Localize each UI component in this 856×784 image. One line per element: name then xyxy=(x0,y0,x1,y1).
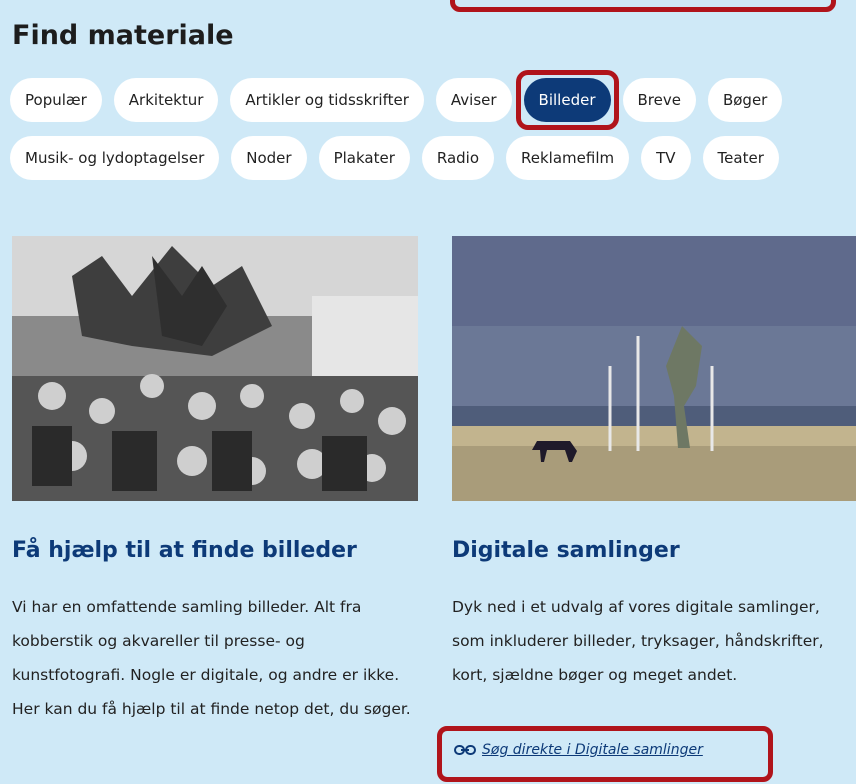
chip-boeger[interactable]: Bøger xyxy=(707,78,783,122)
chip-artikler[interactable]: Artikler og tidsskrifter xyxy=(230,78,424,122)
category-row-1: Populær Arkitektur Artikler og tidsskrif… xyxy=(10,70,856,130)
chip-reklamefilm[interactable]: Reklamefilm xyxy=(506,136,630,180)
card-image-landscape-photo[interactable] xyxy=(452,236,856,501)
chip-billeder[interactable]: Billeder xyxy=(523,78,611,122)
chip-tv[interactable]: TV xyxy=(641,136,691,180)
card-2-title[interactable]: Digitale samlinger xyxy=(452,538,680,563)
link-label: Søg direkte i Digitale samlinger xyxy=(482,742,703,758)
chip-aviser[interactable]: Aviser xyxy=(435,78,512,122)
chip-plakater[interactable]: Plakater xyxy=(318,136,410,180)
card-image-crowd-photo[interactable] xyxy=(12,236,418,501)
chip-arkitektur[interactable]: Arkitektur xyxy=(113,78,219,122)
link-icon xyxy=(454,745,476,755)
chip-musik[interactable]: Musik- og lydoptagelser xyxy=(10,136,220,180)
card-1-title[interactable]: Få hjælp til at finde billeder xyxy=(12,538,357,563)
chip-breve[interactable]: Breve xyxy=(622,78,696,122)
card-1-text: Vi har en omfattende samling billeder. A… xyxy=(12,598,411,718)
chip-radio[interactable]: Radio xyxy=(421,136,495,180)
search-digital-collections-link[interactable]: Søg direkte i Digitale samlinger xyxy=(454,742,703,758)
section-heading: Find materiale xyxy=(12,20,234,51)
highlight-box-billeder: Billeder xyxy=(515,70,619,130)
highlight-box-top xyxy=(450,0,836,12)
chip-populaer[interactable]: Populær xyxy=(10,78,102,122)
chip-noder[interactable]: Noder xyxy=(231,136,307,180)
category-row-2: Musik- og lydoptagelser Noder Plakater R… xyxy=(10,136,856,180)
chip-teater[interactable]: Teater xyxy=(702,136,779,180)
card-2-text: Dyk ned i et udvalg af vores digitale sa… xyxy=(452,598,824,684)
